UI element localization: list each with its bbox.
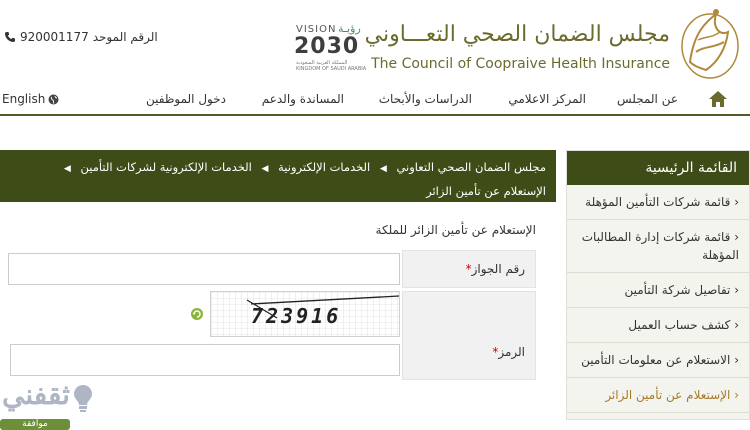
sidebar-item-insurance-inquiry[interactable]: ‹ الاستعلام عن معلومات التأمين [567, 343, 749, 378]
chevron-left-icon: ‹ [730, 283, 739, 297]
breadcrumb-home[interactable]: مجلس الضمان الصحي التعاوني [396, 160, 546, 174]
council-name-en: The Council of Coopraive Health Insuranc… [371, 56, 670, 72]
main-nav: عن المجلس المركز الاعلامي الدراسات والأب… [0, 86, 750, 116]
breadcrumb: مجلس الضمان الصحي التعاوني ◀ الخدمات الإ… [0, 150, 556, 202]
vision-year: 2030 [294, 34, 360, 59]
passport-label-text: رقم الجواز [471, 262, 525, 276]
sidebar-item-client-statement[interactable]: ‹ كشف حساب العميل [567, 308, 749, 343]
globe-icon [48, 94, 59, 104]
nav-item-employee-login[interactable]: دخول الموظفين [146, 92, 226, 106]
passport-number-input[interactable] [8, 253, 400, 285]
sidebar-title: القائمة الرئيسية [567, 151, 749, 185]
watermark-bar: موافقة [0, 419, 70, 430]
breadcrumb-current: الإستعلام عن تأمين الزائر [426, 184, 546, 198]
phone-icon [5, 32, 15, 42]
chevron-left-icon: ‹ [730, 388, 739, 402]
nav-item-studies[interactable]: الدراسات والأبحاث [379, 92, 472, 106]
sidebar-item-qualified-tpa[interactable]: ‹ قائمة شركات إدارة المطالبات المؤهلة [567, 220, 749, 273]
nav-item-support[interactable]: المساندة والدعم [262, 92, 344, 106]
council-logo-emblem[interactable] [676, 2, 744, 82]
vision-subtitle: المملكة العربية السعودية KINGDOM OF SAUD… [296, 60, 366, 72]
chevron-left-icon: ‹ [730, 353, 739, 367]
sidebar-menu: القائمة الرئيسية ‹ قائمة شركات التأمين ا… [566, 150, 750, 420]
sidebar-item-label: الاستعلام عن معلومات التأمين [581, 353, 731, 367]
sidebar-item-visitor-insurance[interactable]: ‹ الإستعلام عن تأمين الزائر [567, 378, 749, 413]
nav-item-about[interactable]: عن المجلس [617, 92, 678, 106]
captcha-label: الرمز* [402, 291, 536, 380]
refresh-captcha-icon[interactable] [190, 307, 204, 321]
sidebar-item-label: الإستعلام عن تأمين الزائر [605, 388, 731, 402]
site-header: الرقم الموحد 920001177 VISION رؤيـة 2030… [0, 0, 750, 84]
sidebar-item-insurer-details[interactable]: ‹ تفاصيل شركة التأمين [567, 273, 749, 308]
sidebar-item-label: قائمة شركات إدارة المطالبات المؤهلة [581, 230, 739, 262]
sidebar-item-label: كشف حساب العميل [628, 318, 731, 332]
breadcrumb-separator-icon: ◀ [63, 164, 71, 174]
breadcrumb-separator-icon: ◀ [261, 164, 269, 174]
language-label: English [2, 92, 46, 106]
council-name-ar: مجلس الضمان الصحي التعـــاوني [364, 22, 670, 47]
captcha-text: 723916 [251, 304, 342, 328]
page-title: الإستعلام عن تأمين الزائر للملكة [375, 223, 536, 237]
breadcrumb-separator-icon: ◀ [379, 164, 387, 174]
chevron-left-icon: ‹ [730, 195, 739, 209]
sidebar-item-label: تفاصيل شركة التأمين [624, 283, 731, 297]
hotline-number[interactable]: 920001177 [20, 30, 89, 44]
breadcrumb-insurer-eservices[interactable]: الخدمات الإلكترونية لشركات التأمين [80, 160, 251, 174]
breadcrumb-eservices[interactable]: الخدمات الإلكترونية [278, 160, 370, 174]
captcha-input[interactable] [10, 344, 400, 376]
sidebar-item-qualified-insurers[interactable]: ‹ قائمة شركات التأمين المؤهلة [567, 185, 749, 220]
lightbulb-icon [74, 385, 92, 412]
site-watermark: ثقفني موافقة [0, 378, 120, 430]
sidebar-item-label: قائمة شركات التأمين المؤهلة [585, 195, 731, 209]
vision-subtitle-en: KINGDOM OF SAUDI ARABIA [296, 66, 367, 72]
captcha-image: 723916 [210, 291, 400, 337]
watermark-logo-text: ثقفني [2, 378, 70, 411]
hotline[interactable]: الرقم الموحد 920001177 [4, 30, 158, 44]
captcha-label-text: الرمز [498, 345, 525, 359]
chevron-left-icon: ‹ [730, 318, 739, 332]
home-icon[interactable] [708, 90, 728, 108]
chevron-left-icon: ‹ [730, 230, 739, 244]
visitor-inquiry-form: رقم الجواز* 723916 الرمز* [6, 250, 536, 380]
language-switch[interactable]: English [2, 92, 59, 106]
nav-item-media-center[interactable]: المركز الاعلامي [508, 92, 586, 106]
hotline-label: الرقم الموحد [92, 30, 158, 44]
passport-label: رقم الجواز* [402, 250, 536, 288]
